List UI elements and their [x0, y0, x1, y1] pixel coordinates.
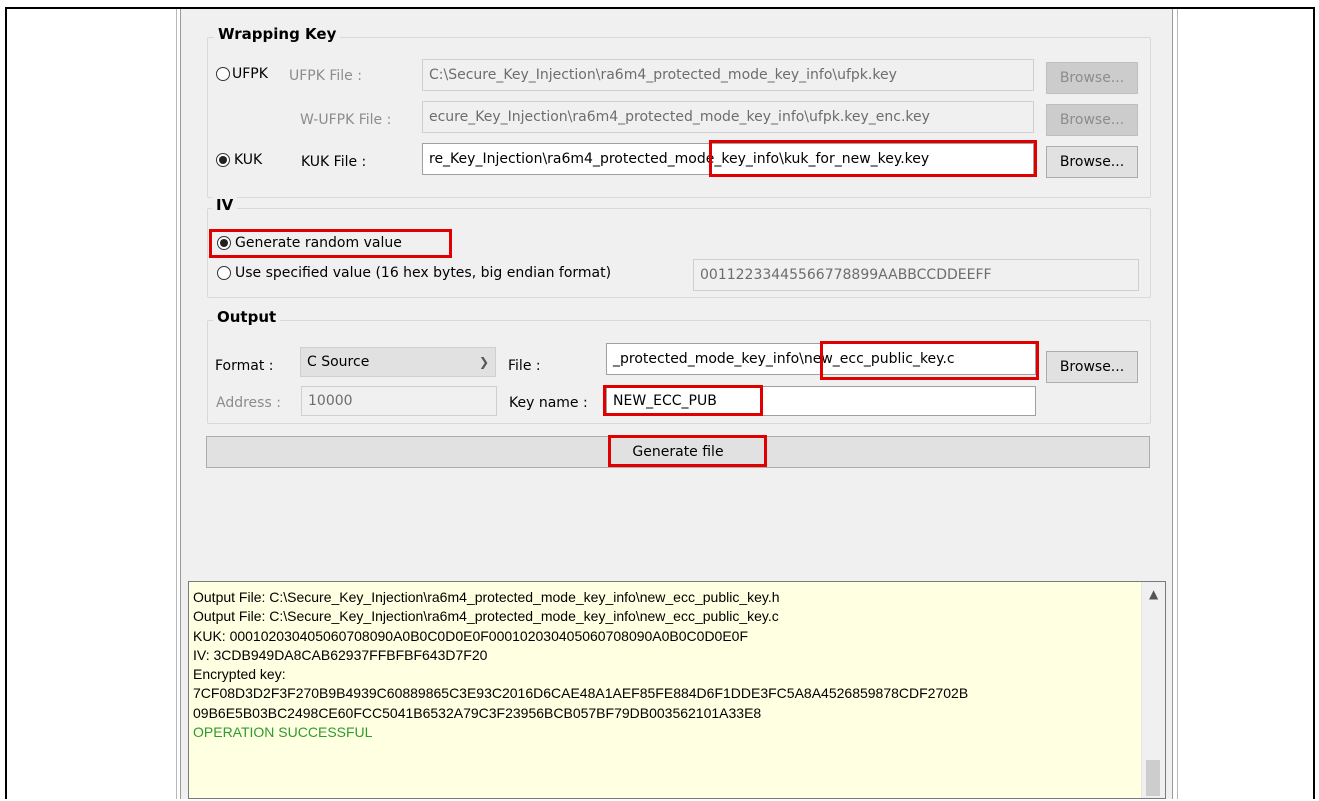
kuk-browse-button[interactable]: Browse... — [1046, 146, 1138, 178]
output-file-input[interactable]: _protected_mode_key_info\new_ecc_public_… — [606, 343, 1036, 375]
log-line: 7CF08D3D2F3F270B9B4939C60889865C3E93C201… — [193, 685, 969, 702]
log-line: 09B6E5B03BC2498CE60FCC5041B6532A79C3F239… — [193, 704, 762, 721]
output-title: Output — [213, 308, 281, 326]
chevron-up-icon[interactable]: ▲ — [1149, 587, 1158, 601]
output-file-label: File : — [508, 358, 541, 374]
address-label: Address : — [216, 395, 281, 411]
kuk-radio[interactable] — [216, 153, 230, 167]
format-select-value: C Source — [307, 354, 370, 370]
window-edge-right — [1177, 9, 1178, 799]
log-scrollbar[interactable]: ▲ — [1141, 582, 1165, 798]
wufpk-file-input[interactable]: ecure_Key_Injection\ra6m4_protected_mode… — [422, 101, 1034, 133]
log-line: Encrypted key: — [193, 666, 286, 683]
format-label: Format : — [215, 358, 274, 374]
kuk-file-input[interactable]: re_Key_Injection\ra6m4_protected_mode_ke… — [422, 143, 1034, 175]
wrapping-key-title: Wrapping Key — [214, 25, 341, 43]
iv-specified-label: Use specified value (16 hex bytes, big e… — [235, 265, 612, 281]
iv-specified-radio[interactable] — [217, 266, 231, 280]
output-log[interactable]: Output File: C:\Secure_Key_Injection\ra6… — [188, 581, 1166, 799]
format-select[interactable]: C Source ❯ — [300, 347, 496, 377]
log-line: KUK: 000102030405060708090A0B0C0D0E0F000… — [193, 627, 749, 644]
ufpk-browse-button[interactable]: Browse... — [1046, 62, 1138, 94]
log-lines: Output File: C:\Secure_Key_Injection\ra6… — [193, 588, 968, 742]
key-name-label: Key name : — [509, 395, 588, 411]
kuk-file-label: KUK File : — [301, 154, 367, 170]
address-input[interactable]: 10000 — [301, 386, 497, 416]
output-browse-button[interactable]: Browse... — [1046, 351, 1138, 383]
log-line: Output File: C:\Secure_Key_Injection\ra6… — [193, 589, 780, 605]
generate-file-button[interactable]: Generate file — [206, 436, 1150, 468]
ufpk-radio[interactable] — [216, 67, 230, 81]
iv-random-radio[interactable] — [217, 236, 231, 250]
ufpk-file-input[interactable]: C:\Secure_Key_Injection\ra6m4_protected_… — [422, 59, 1034, 91]
key-name-input[interactable]: NEW_ECC_PUB — [606, 386, 1036, 416]
log-line: Output File: C:\Secure_Key_Injection\ra6… — [193, 608, 779, 625]
log-line: IV: 3CDB949DA8CAB62937FFBFBF643D7F20 — [193, 646, 488, 663]
wufpk-file-label: W-UFPK File : — [300, 112, 392, 128]
ufpk-file-label: UFPK File : — [289, 68, 362, 84]
ufpk-radio-label: UFPK — [232, 66, 268, 82]
iv-title: IV — [212, 196, 238, 214]
wufpk-browse-button[interactable]: Browse... — [1046, 104, 1138, 136]
scroll-thumb[interactable] — [1146, 760, 1160, 796]
kuk-radio-label: KUK — [234, 152, 263, 168]
chevron-down-icon: ❯ — [478, 355, 489, 369]
iv-random-label: Generate random value — [235, 235, 402, 251]
iv-specified-input[interactable]: 00112233445566778899AABBCCDDEEFF — [693, 259, 1139, 291]
window-edge-left — [176, 9, 177, 799]
log-status: OPERATION SUCCESSFUL — [193, 724, 373, 741]
